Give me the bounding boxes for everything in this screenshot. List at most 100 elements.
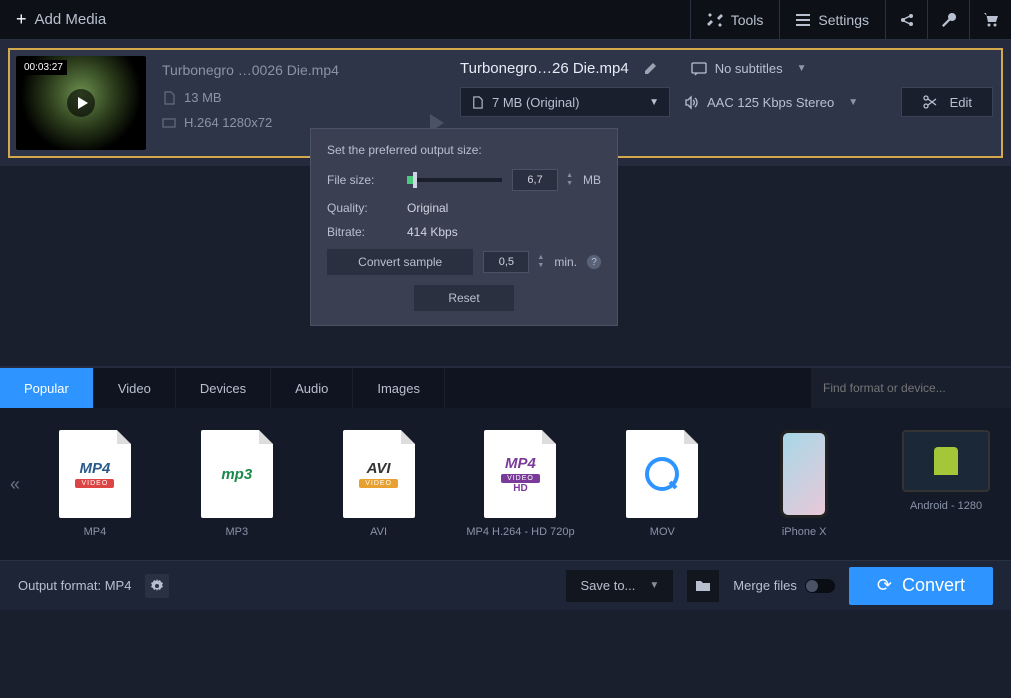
filesize-slider[interactable] — [407, 178, 502, 182]
format-label: MP3 — [225, 526, 248, 538]
tab-popular[interactable]: Popular — [0, 368, 94, 408]
sample-spinner[interactable]: ▲▼ — [537, 254, 544, 270]
file-icon — [162, 91, 176, 105]
filesize-unit: MB — [583, 173, 601, 187]
format-label: MP4 H.264 - HD 720p — [466, 526, 574, 538]
topbar: + Add Media Tools Settings — [0, 0, 1011, 40]
format-avi[interactable]: AVIVIDEO AVI — [324, 430, 434, 538]
android-icon — [934, 447, 958, 475]
open-folder-button[interactable] — [687, 570, 719, 602]
convert-button[interactable]: ⟳ Convert — [849, 567, 993, 605]
chevron-down-icon: ▼ — [649, 580, 659, 591]
gear-icon — [150, 579, 164, 593]
tablet-icon — [902, 430, 990, 492]
format-label: MP4 — [84, 526, 107, 538]
format-label: AVI — [370, 526, 387, 538]
format-mp3[interactable]: mp3 MP3 — [182, 430, 292, 538]
format-settings-button[interactable] — [145, 574, 169, 598]
save-to-dropdown[interactable]: Save to... ▼ — [566, 570, 673, 602]
output-size-dropdown[interactable]: 7 MB (Original) ▼ — [460, 87, 670, 117]
filesize-label: File size: — [327, 173, 397, 187]
tools-label: Tools — [731, 12, 764, 28]
convert-sample-button[interactable]: Convert sample — [327, 249, 473, 275]
slider-thumb[interactable] — [413, 172, 417, 188]
convert-label: Convert — [902, 575, 965, 596]
dimensions-icon — [162, 116, 176, 130]
quality-label: Quality: — [327, 201, 397, 215]
tools-button[interactable]: Tools — [690, 0, 780, 39]
merge-files-control: Merge files — [733, 578, 835, 593]
add-media-button[interactable]: + Add Media — [0, 0, 122, 39]
video-thumbnail[interactable]: 00:03:27 — [16, 56, 146, 150]
input-codec: H.264 1280x72 — [184, 115, 272, 130]
carousel-prev-button[interactable]: « — [0, 424, 30, 544]
hamburger-icon — [796, 13, 810, 27]
format-mp4-hd[interactable]: MP4VIDEOHD MP4 H.264 - HD 720p — [466, 430, 576, 538]
chevron-down-icon: ▼ — [848, 97, 858, 108]
subtitles-label: No subtitles — [715, 61, 783, 76]
reset-label: Reset — [448, 291, 479, 305]
input-filename: Turbonegro …0026 Die.mp4 — [162, 62, 412, 78]
edit-button[interactable]: Edit — [901, 87, 993, 117]
tab-images[interactable]: Images — [353, 368, 445, 408]
edit-label: Edit — [950, 95, 972, 110]
filesize-input[interactable] — [512, 169, 558, 191]
bitrate-value: 414 Kbps — [407, 225, 458, 239]
quality-value: Original — [407, 201, 448, 215]
output-size-label: 7 MB (Original) — [492, 95, 579, 110]
format-mp4[interactable]: MP4VIDEO MP4 — [40, 430, 150, 538]
tab-video[interactable]: Video — [94, 368, 176, 408]
phone-icon — [780, 430, 828, 518]
convert-sample-label: Convert sample — [358, 255, 442, 269]
refresh-icon: ⟳ — [877, 575, 892, 596]
tools-icon — [707, 12, 723, 28]
settings-button[interactable]: Settings — [779, 0, 885, 39]
format-iphone-x[interactable]: iPhone X — [749, 430, 859, 538]
format-section: Popular Video Devices Audio Images « MP4… — [0, 366, 1011, 560]
output-filename: Turbonegro…26 Die.mp4 — [460, 60, 629, 77]
format-tabs: Popular Video Devices Audio Images — [0, 368, 1011, 408]
merge-label: Merge files — [733, 578, 797, 593]
input-size: 13 MB — [184, 90, 222, 105]
cart-button[interactable] — [969, 0, 1011, 39]
format-mov[interactable]: MOV — [607, 430, 717, 538]
duration-badge: 00:03:27 — [20, 60, 67, 75]
cart-icon — [983, 12, 999, 28]
chevron-down-icon: ▼ — [797, 63, 807, 74]
wrench-icon — [941, 12, 957, 28]
rename-button[interactable] — [643, 62, 657, 76]
file-icon — [471, 96, 484, 109]
subtitles-icon — [691, 62, 707, 76]
speaker-icon — [684, 95, 699, 110]
plus-icon: + — [16, 9, 27, 30]
audio-label: AAC 125 Kbps Stereo — [707, 95, 834, 110]
format-carousel: « MP4VIDEO MP4 mp3 MP3 AVIVIDEO AVI MP4V… — [0, 408, 1011, 560]
popup-title: Set the preferred output size: — [327, 143, 601, 157]
share-button[interactable] — [885, 0, 927, 39]
tab-audio[interactable]: Audio — [271, 368, 353, 408]
format-android[interactable]: Android - 1280 — [891, 430, 1001, 538]
output-format-label: Output format: MP4 — [18, 578, 131, 593]
tab-devices[interactable]: Devices — [176, 368, 271, 408]
scissors-icon — [922, 94, 938, 110]
save-to-label: Save to... — [580, 578, 635, 593]
output-size-popup: Set the preferred output size: File size… — [310, 128, 618, 326]
format-label: iPhone X — [782, 526, 827, 538]
key-button[interactable] — [927, 0, 969, 39]
reset-button[interactable]: Reset — [414, 285, 514, 311]
subtitles-dropdown[interactable]: No subtitles ▼ — [691, 61, 807, 76]
play-icon[interactable] — [67, 89, 95, 117]
bitrate-label: Bitrate: — [327, 225, 397, 239]
folder-icon — [695, 579, 711, 593]
chevron-down-icon: ▼ — [649, 97, 659, 108]
merge-toggle[interactable] — [805, 579, 835, 593]
filesize-spinner[interactable]: ▲▼ — [566, 172, 573, 188]
share-icon — [899, 12, 915, 28]
add-media-label: Add Media — [35, 11, 107, 28]
format-label: MOV — [650, 526, 675, 538]
help-icon[interactable]: ? — [587, 255, 601, 269]
sample-duration-input[interactable] — [483, 251, 529, 273]
settings-label: Settings — [818, 12, 869, 28]
format-search-input[interactable] — [811, 368, 1011, 408]
audio-dropdown[interactable]: AAC 125 Kbps Stereo ▼ — [684, 95, 858, 110]
